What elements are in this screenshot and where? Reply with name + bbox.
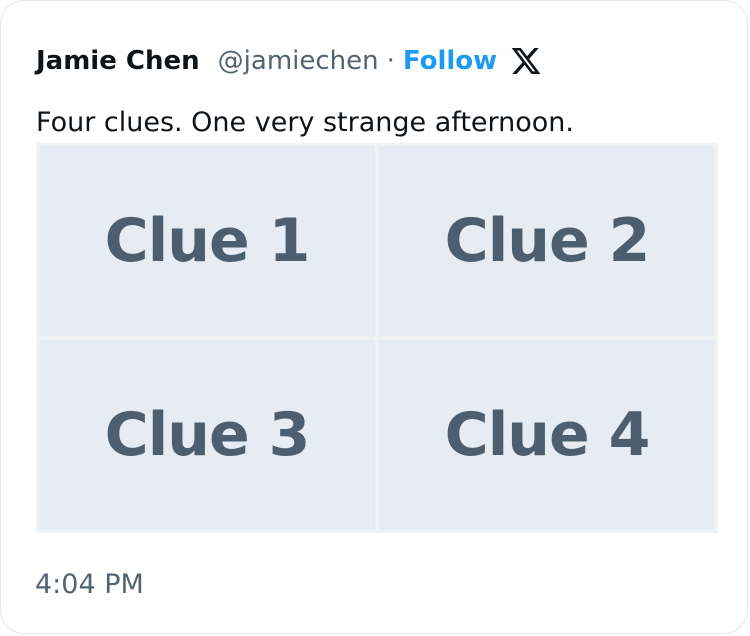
tweet-image-3[interactable]: Clue 3 [39,340,375,530]
tweet-image-grid: Clue 1 Clue 2 Clue 3 Clue 4 [36,143,718,533]
tweet-text: Four clues. One very strange afternoon. [36,107,574,138]
tweet-image-1[interactable]: Clue 1 [39,146,375,336]
image-label: Clue 4 [444,400,651,470]
x-logo-icon[interactable] [509,44,543,78]
image-label: Clue 1 [104,206,311,276]
tweet-timestamp[interactable]: 4:04 PM [35,569,144,600]
tweet-card: Jamie Chen @jamiechen · Follow Four clue… [0,0,748,634]
author-handle[interactable]: @jamiechen [218,46,379,76]
tweet-image-2[interactable]: Clue 2 [379,146,715,336]
follow-button[interactable]: Follow [403,46,497,76]
image-label: Clue 2 [444,206,651,276]
image-label: Clue 3 [104,400,311,470]
author-name[interactable]: Jamie Chen [36,46,200,76]
separator-dot: · [386,46,395,76]
tweet-header: Jamie Chen @jamiechen · Follow [36,41,543,81]
tweet-image-4[interactable]: Clue 4 [379,340,715,530]
